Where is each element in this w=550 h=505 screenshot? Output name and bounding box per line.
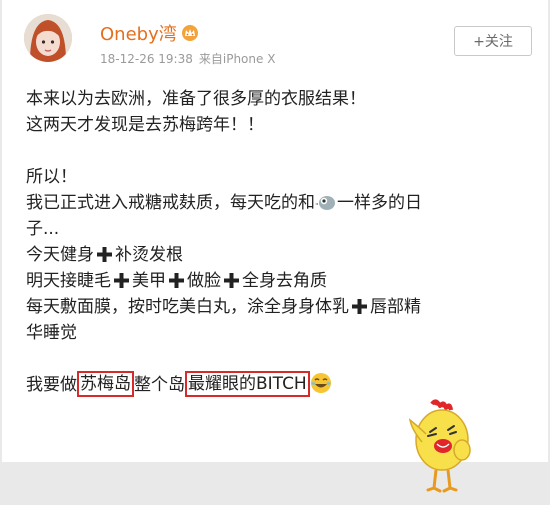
post-line: 我要做 苏梅岛 整个岛 最耀眼的BITCH — [26, 371, 526, 398]
post-line: 华睡觉 — [26, 323, 77, 343]
highlight-box: 苏梅岛 — [77, 371, 134, 397]
chick-sticker-icon — [406, 398, 484, 498]
username[interactable]: Oneby湾 — [100, 20, 199, 47]
post-text: 整个岛 — [134, 375, 185, 395]
post-text: 今天健身 — [26, 245, 94, 265]
post-text: 明天接睫毛 — [26, 271, 111, 291]
post-line: 所以！ — [26, 167, 77, 187]
post-text: 我已正式进入戒糖戒麸质，每天吃的和 — [26, 193, 315, 213]
post-text: 补烫发根 — [115, 245, 183, 265]
highlight-box: 最耀眼的BITCH — [185, 371, 310, 397]
post-text: 全身去角质 — [242, 271, 327, 291]
post-line: 每天敷面膜，按时吃美白丸，涂全身身体乳 唇部精 — [26, 294, 526, 320]
follow-button-label: +关注 — [473, 34, 513, 50]
post-source: 来自iPhone X — [198, 52, 276, 66]
crown-badge-icon — [181, 24, 199, 47]
post-line: 子... — [26, 219, 60, 239]
post-line: 明天接睫毛 美甲 做脸 全身去角质 — [26, 268, 526, 294]
bird-emoji-icon — [315, 192, 337, 220]
post-line: 本来以为去欧洲，准备了很多厚的衣服结果！ — [26, 89, 366, 109]
follow-button[interactable]: +关注 — [454, 26, 532, 56]
post-text: 美甲 — [132, 271, 166, 291]
post-text: 一样多的日 — [337, 193, 422, 213]
post-line: 我已正式进入戒糖戒麸质，每天吃的和 一样多的日 — [26, 190, 526, 216]
heavy-plus-icon — [351, 297, 368, 323]
avatar[interactable] — [24, 14, 72, 62]
weibo-post-card: Oneby湾 18-12-26 19:38 来自iPhone X +关注 本来以为… — [2, 0, 548, 493]
post-meta: 18-12-26 19:38 来自iPhone X — [100, 50, 275, 67]
post-text: 我要做 — [26, 375, 77, 395]
post-line: 这两天才发现是去苏梅跨年！！ — [26, 115, 264, 135]
laughing-emoji-icon — [310, 372, 332, 402]
post-content: 本来以为去欧洲，准备了很多厚的衣服结果！ 这两天才发现是去苏梅跨年！！ 所以！ … — [26, 86, 526, 398]
post-text: 每天敷面膜，按时吃美白丸，涂全身身体乳 — [26, 297, 349, 317]
post-text: 做脸 — [187, 271, 221, 291]
avatar-image — [24, 14, 72, 62]
username-text[interactable]: Oneby湾 — [100, 24, 177, 45]
post-line: 今天健身 补烫发根 — [26, 242, 526, 268]
post-text: 唇部精 — [370, 297, 421, 317]
post-timestamp: 18-12-26 19:38 — [100, 52, 193, 66]
